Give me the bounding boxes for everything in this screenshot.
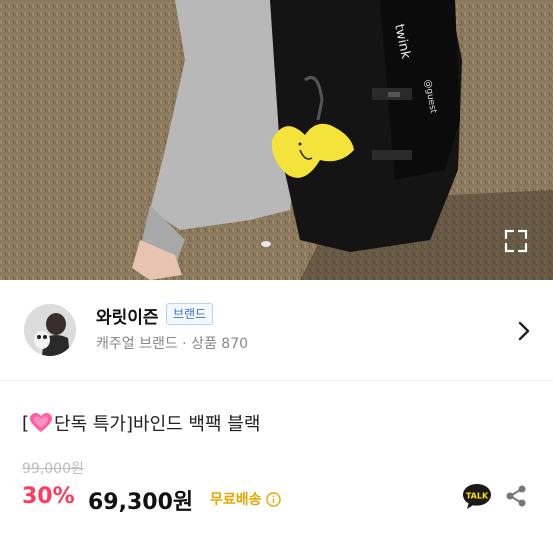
expand-icon[interactable] — [503, 228, 529, 254]
shop-row[interactable] — [0, 280, 553, 381]
product-image[interactable]: twink @guest — [0, 0, 553, 280]
share-icon[interactable] — [505, 484, 527, 508]
avatar[interactable] — [24, 304, 76, 356]
free-shipping-text: 무료배송 — [210, 492, 262, 508]
sale-price: 69,300원 — [88, 490, 194, 515]
original-price: 99,000원 — [22, 461, 84, 477]
talk-label: TALK — [466, 492, 489, 501]
talk-icon[interactable]: TALK — [462, 482, 492, 510]
product-photo: twink @guest — [0, 0, 553, 280]
shop-name[interactable]: 와릿이즌 — [96, 303, 159, 328]
chevron-right-icon[interactable] — [517, 320, 531, 342]
shop-subtitle: 캐주얼 브랜드 · 상품 870 — [96, 336, 249, 352]
free-shipping-label[interactable]: 무료배송 — [210, 489, 281, 509]
title-bracket: [ — [22, 412, 30, 434]
product-title: [ 단독 특가]바인드 백팩 블랙 — [22, 410, 260, 436]
title-text: 단독 특가]바인드 백팩 블랙 — [54, 414, 261, 435]
info-icon[interactable] — [265, 491, 281, 507]
heart-icon — [30, 413, 53, 433]
discount-rate: 30% — [22, 484, 75, 509]
brand-badge: 브랜드 — [166, 303, 214, 325]
